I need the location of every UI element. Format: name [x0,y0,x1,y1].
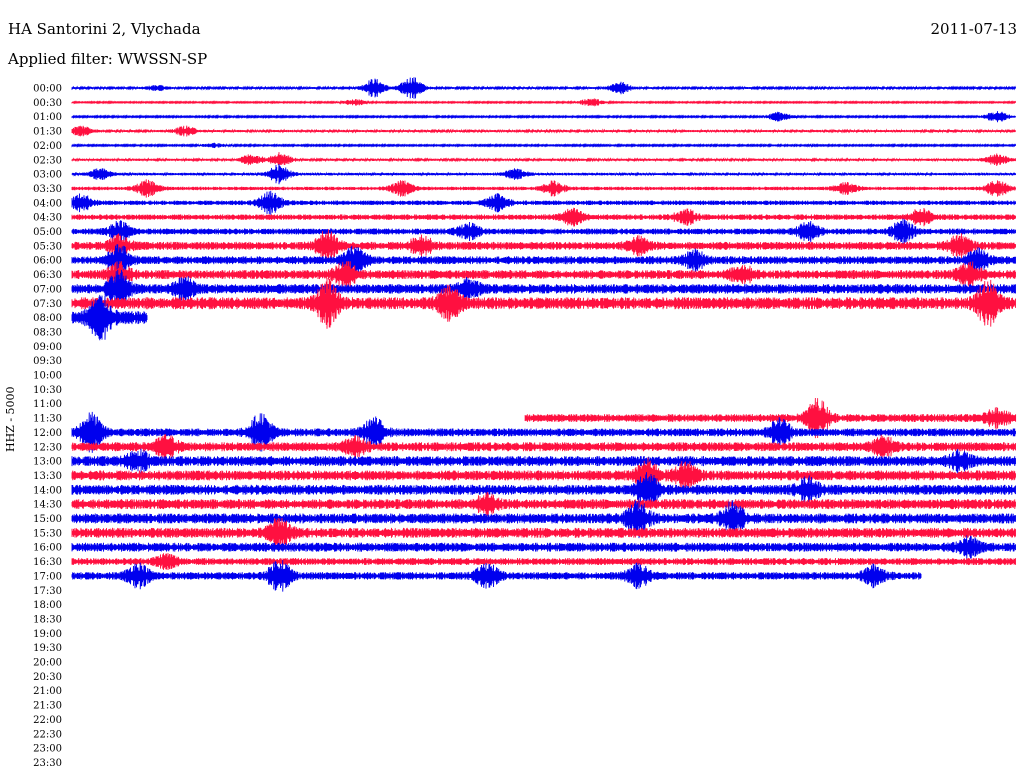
time-tick-label: 07:30 [33,299,62,310]
time-tick-label: 22:30 [33,729,62,740]
time-tick-label: 16:30 [33,557,62,568]
time-tick-label: 22:00 [33,715,62,726]
time-tick-label: 10:00 [33,371,62,382]
time-tick-label: 19:00 [33,629,62,640]
time-tick-label: 00:00 [33,84,62,95]
time-tick-label: 15:00 [33,514,62,525]
time-tick-label: 14:00 [33,485,62,496]
time-tick-label: 08:30 [33,327,62,338]
seismogram-trace-0330 [71,179,1016,198]
seismogram-trace-0030 [71,98,1016,107]
time-tick-label: 23:00 [33,744,62,755]
time-tick-label: 15:30 [33,528,62,539]
seismogram-trace-0230 [71,152,1016,168]
time-tick-label: 00:30 [33,98,62,109]
seismogram-trace-1700 [71,560,922,592]
seismogram-trace-0130 [71,125,1016,137]
time-tick-label: 14:30 [33,500,62,511]
time-tick-label: 04:30 [33,213,62,224]
seismogram-trace-0000 [71,77,1016,99]
seismogram-trace-1230 [71,433,1016,460]
seismogram-trace-0430 [71,207,1016,227]
seismic-traces [71,77,1017,592]
time-tick-label: 23:30 [33,758,62,769]
time-tick-label: 12:30 [33,442,62,453]
time-tick-label: 12:00 [33,428,62,439]
time-tick-label: 08:00 [33,313,62,324]
time-tick-label: 13:30 [33,471,62,482]
helicorder-plot: 00:00 00:30 01:00 01:30 02:00 02:30 03:00 03:30… [33,77,1017,769]
time-tick-label: 04:00 [33,198,62,209]
time-tick-label: 18:30 [33,614,62,625]
time-tick-label: 18:00 [33,600,62,611]
seismogram-trace-0500 [71,218,1016,245]
seismogram-trace-1600 [71,535,1016,560]
time-tick-label: 13:00 [33,457,62,468]
time-tick-label: 07:00 [33,284,62,295]
time-tick-label: 03:00 [33,170,62,181]
time-tick-label: 09:00 [33,342,62,353]
time-tick-label: 06:00 [33,256,62,267]
time-tick-label: 20:00 [33,658,62,669]
time-tick-label: 06:30 [33,270,62,281]
time-tick-label: 02:00 [33,141,62,152]
time-tick-label: 11:00 [33,399,62,410]
seismogram-trace-0200 [71,142,1016,149]
time-tick-label: 16:00 [33,543,62,554]
time-tick-label: 01:00 [33,112,62,123]
time-tick-label: 21:00 [33,686,62,697]
time-tick-label: 02:30 [33,155,62,166]
seismogram-trace-0400 [71,190,1016,215]
time-tick-label: 19:30 [33,643,62,654]
time-tick-label: 05:30 [33,241,62,252]
time-tick-label: 01:30 [33,127,62,138]
seismogram-trace-0630 [71,261,1016,289]
time-tick-label: 17:00 [33,571,62,582]
seismogram-trace-1430 [71,491,1016,517]
time-tick-label: 03:30 [33,184,62,195]
time-tick-label: 20:30 [33,672,62,683]
seismogram-trace-0300 [71,163,1016,185]
seismogram-trace-1300 [71,448,1016,474]
time-tick-label: 11:30 [33,414,62,425]
time-tick-label: 21:30 [33,701,62,712]
time-tick-label: 10:30 [33,385,62,396]
time-tick-label: 17:30 [33,586,62,597]
time-tick-label: 05:00 [33,227,62,238]
time-tick-label: 09:30 [33,356,62,367]
seismogram-trace-0100 [71,111,1016,123]
time-tick-labels: 00:00 00:30 01:00 01:30 02:00 02:30 03:00 03:30… [33,84,62,769]
